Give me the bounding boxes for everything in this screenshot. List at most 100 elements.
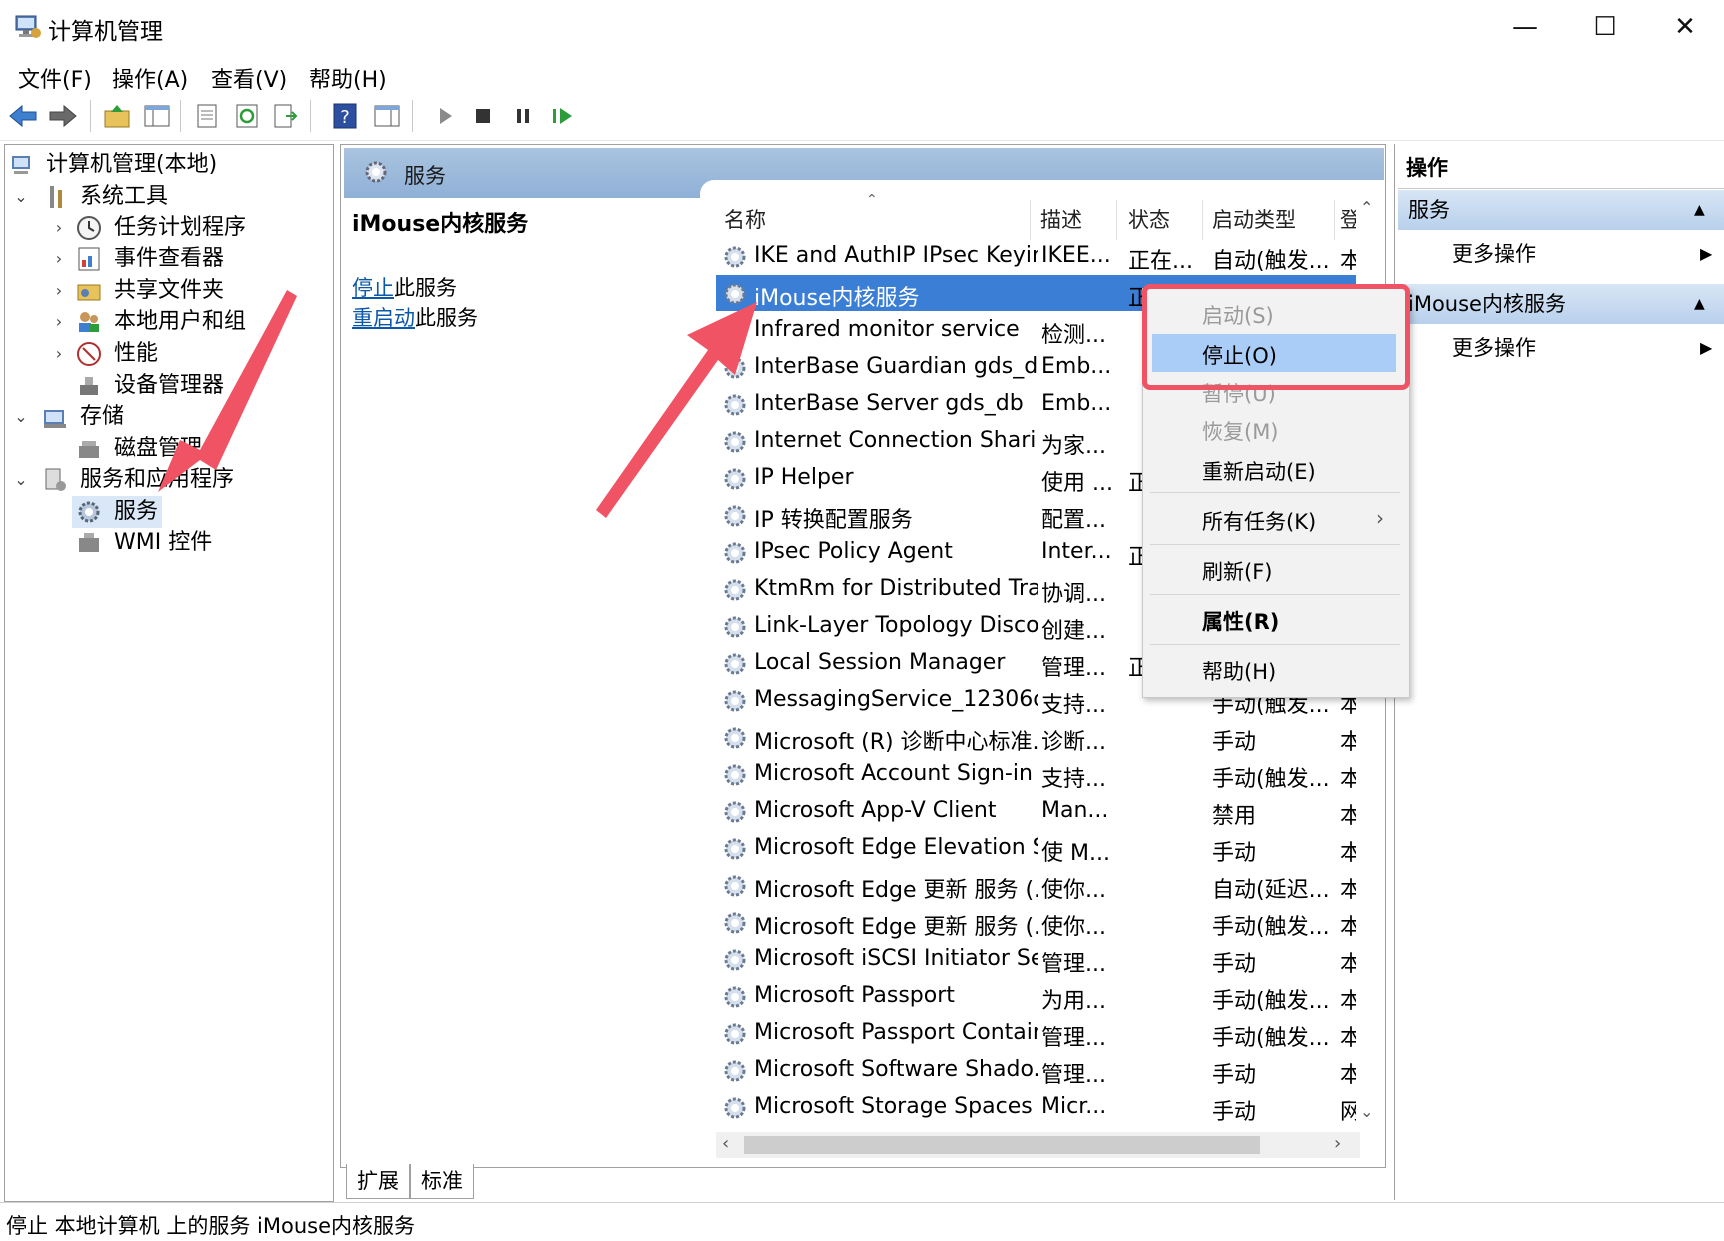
- service-description: 检测...: [1041, 323, 1106, 348]
- forward-arrow-icon[interactable]: [48, 100, 78, 132]
- column-header-logon[interactable]: 登: [1340, 204, 1356, 234]
- gear-icon: [724, 616, 746, 638]
- table-row[interactable]: IKE and AuthIP IPsec Keyin... IKEE... 正在..…: [716, 238, 1356, 274]
- close-button[interactable]: ✕: [1650, 6, 1720, 48]
- maximize-button[interactable]: ☐: [1570, 6, 1640, 48]
- section-label: 服务: [1408, 198, 1450, 222]
- show-hide-tree-icon[interactable]: [142, 100, 172, 132]
- service-description: 诊断...: [1041, 730, 1106, 755]
- tab-standard[interactable]: 标准: [410, 1164, 474, 1199]
- back-arrow-icon[interactable]: [8, 100, 38, 132]
- start-service-icon[interactable]: [430, 100, 460, 132]
- stop-service-icon[interactable]: [468, 100, 498, 132]
- table-row[interactable]: Microsoft App-V Client Man... 禁用 本: [716, 793, 1356, 829]
- context-resume[interactable]: 恢复(M): [1202, 416, 1279, 446]
- table-row[interactable]: Microsoft Passport Container 管理... 手动(触发..…: [716, 1015, 1356, 1051]
- table-row[interactable]: Microsoft Software Shado... 管理... 手动 本: [716, 1052, 1356, 1088]
- chevron-right-icon[interactable]: ›: [50, 213, 68, 243]
- context-refresh[interactable]: 刷新(F): [1202, 556, 1272, 586]
- scroll-up-icon[interactable]: ⌃: [1360, 198, 1373, 217]
- minimize-button[interactable]: —: [1490, 6, 1560, 48]
- context-restart[interactable]: 重新启动(E): [1202, 456, 1316, 486]
- device-manager-icon: [80, 377, 98, 395]
- gear-icon: [724, 838, 746, 860]
- help-icon[interactable]: ?: [330, 100, 360, 132]
- up-folder-icon[interactable]: [102, 100, 132, 132]
- wmi-control-icon: [79, 533, 99, 552]
- chevron-down-icon[interactable]: ⌄: [12, 465, 30, 495]
- restart-service-link[interactable]: 重启动: [352, 306, 415, 330]
- properties-icon[interactable]: [192, 100, 222, 132]
- service-logon: 本: [1340, 249, 1356, 274]
- table-row[interactable]: Microsoft Edge 更新 服务 (... 使你... 自动(延迟... 本: [716, 867, 1356, 903]
- chevron-down-icon[interactable]: ⌄: [12, 182, 30, 212]
- actions-section-services[interactable]: 服务 ▲: [1398, 190, 1724, 230]
- gear-icon: [724, 542, 746, 564]
- table-row[interactable]: Microsoft Storage Spaces S...Micr... 手动 网: [716, 1089, 1356, 1125]
- service-startup-type: 手动: [1212, 952, 1257, 977]
- service-name: IP 转换配置服务: [754, 508, 913, 533]
- service-startup-type: 自动(触发...: [1212, 249, 1330, 274]
- status-text: 停止 本地计算机 上的服务 iMouse内核服务: [6, 1214, 415, 1238]
- gear-icon: [724, 986, 746, 1008]
- stop-service-link[interactable]: 停止: [352, 276, 394, 300]
- service-logon: 本: [1340, 804, 1356, 829]
- service-name: Microsoft Passport Container: [754, 1020, 1038, 1045]
- table-row[interactable]: Microsoft Passport 为用... 手动(触发... 本: [716, 978, 1356, 1014]
- gear-icon: [365, 161, 387, 183]
- service-name: Microsoft App-V Client: [754, 798, 997, 823]
- horizontal-scroll-thumb[interactable]: [744, 1136, 1260, 1154]
- actions-section-imouse[interactable]: iMouse内核服务 ▲: [1398, 284, 1724, 324]
- service-description: 支持...: [1041, 693, 1106, 718]
- gear-icon: [724, 801, 746, 823]
- context-all-tasks[interactable]: 所有任务(K): [1202, 506, 1316, 536]
- service-name: InterBase Server gds_db: [754, 391, 1024, 416]
- menu-view[interactable]: 查看(V): [211, 62, 287, 94]
- table-row[interactable]: Microsoft Account Sign-in ... 支持... 手动(触发.…: [716, 756, 1356, 792]
- table-row[interactable]: Microsoft iSCSI Initiator Ser...管理... 手动 本: [716, 941, 1356, 977]
- chevron-right-icon[interactable]: ›: [50, 276, 68, 306]
- actions-more-1[interactable]: 更多操作 ▶: [1398, 234, 1724, 274]
- column-header-name[interactable]: 名称: [724, 204, 766, 234]
- scroll-left-icon[interactable]: ‹: [722, 1133, 729, 1154]
- gear-icon: [724, 468, 746, 490]
- gear-icon: [724, 1097, 746, 1119]
- submenu-arrow-icon: ▶: [1700, 338, 1713, 357]
- menu-action[interactable]: 操作(A): [112, 62, 188, 94]
- annotation-highlight-box: [1142, 284, 1410, 390]
- chevron-down-icon[interactable]: ⌄: [12, 402, 30, 432]
- actions-more-2[interactable]: 更多操作 ▶: [1398, 328, 1724, 368]
- column-header-description[interactable]: 描述: [1040, 204, 1082, 234]
- collapse-up-icon[interactable]: ▲: [1694, 284, 1705, 324]
- more-actions-label: 更多操作: [1452, 336, 1536, 360]
- menu-help[interactable]: 帮助(H): [309, 62, 387, 94]
- menu-file[interactable]: 文件(F): [18, 62, 92, 94]
- shared-folder-icon: [77, 284, 101, 301]
- table-row[interactable]: Microsoft Edge Elevation S... 使 M... 手动 本: [716, 830, 1356, 866]
- table-row[interactable]: Microsoft Edge 更新 服务 (... 使你... 手动(触发... 本: [716, 904, 1356, 940]
- service-logon: 本: [1340, 878, 1356, 903]
- service-startup-type: 手动(触发...: [1212, 1026, 1330, 1051]
- context-help[interactable]: 帮助(H): [1202, 656, 1276, 686]
- export-list-icon[interactable]: [270, 100, 300, 132]
- chevron-right-icon[interactable]: ›: [50, 244, 68, 274]
- service-description: 配置...: [1041, 508, 1106, 533]
- tab-extended[interactable]: 扩展: [346, 1164, 410, 1199]
- scroll-down-icon[interactable]: ⌄: [1360, 1102, 1373, 1121]
- column-header-startup-type[interactable]: 启动类型: [1212, 204, 1296, 234]
- collapse-up-icon[interactable]: ▲: [1694, 190, 1705, 230]
- scroll-right-icon[interactable]: ›: [1334, 1133, 1341, 1154]
- pause-service-icon[interactable]: [508, 100, 538, 132]
- service-description: 为用...: [1041, 989, 1106, 1014]
- column-header-status[interactable]: 状态: [1128, 204, 1170, 234]
- tree-item-label: 磁盘管理: [114, 436, 203, 461]
- table-row[interactable]: Microsoft (R) 诊断中心标准... 诊断... 手动 本: [716, 719, 1356, 755]
- chevron-right-icon[interactable]: ›: [50, 307, 68, 337]
- tree-item-label: 性能: [114, 341, 159, 366]
- selected-service-title: iMouse内核服务: [352, 212, 529, 237]
- action-pane-icon[interactable]: [372, 100, 402, 132]
- refresh-icon[interactable]: [232, 100, 262, 132]
- context-properties[interactable]: 属性(R): [1202, 606, 1279, 636]
- chevron-right-icon[interactable]: ›: [50, 339, 68, 369]
- restart-service-icon[interactable]: [548, 100, 578, 132]
